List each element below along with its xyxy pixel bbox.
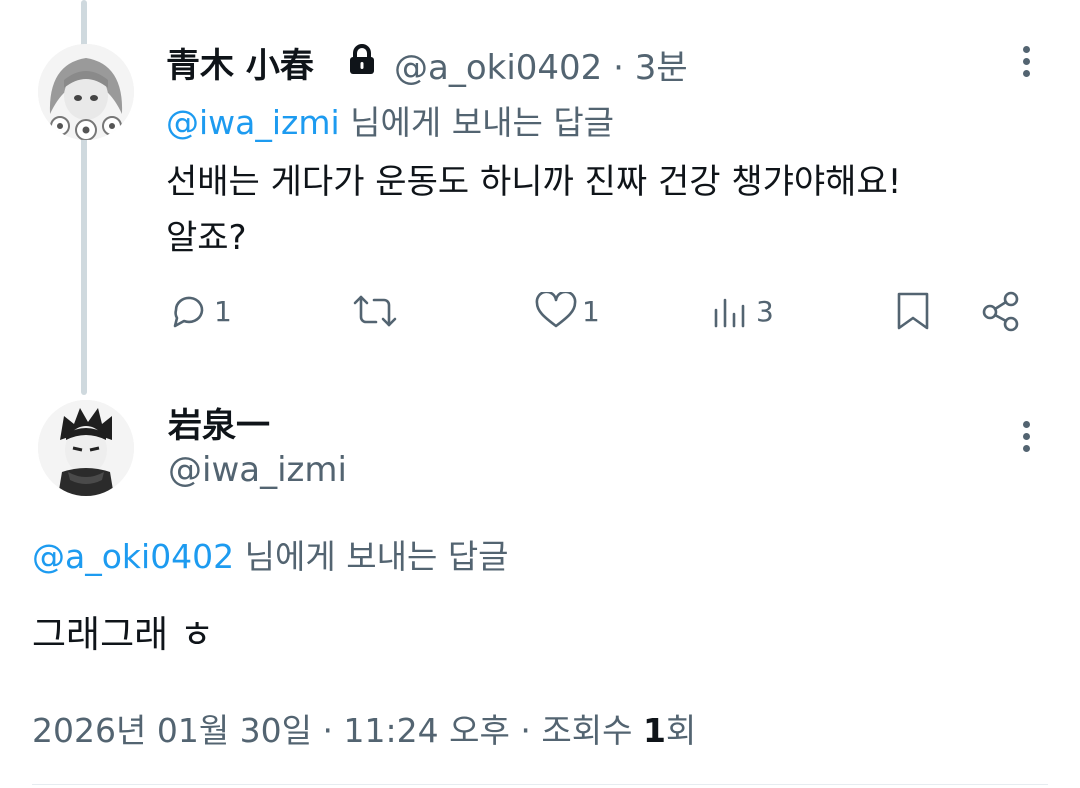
retweet-icon (353, 295, 397, 327)
user-handle[interactable]: @a_oki0402 (394, 48, 602, 88)
like-button[interactable]: 1 (534, 292, 600, 330)
reply-icon (173, 296, 204, 328)
avatar-image (38, 44, 134, 140)
tweet-meta: 2026년 01월 30일 · 11:24 오후 · 조회수 1회 (32, 704, 696, 752)
more-options-button[interactable] (1023, 46, 1031, 82)
divider (32, 784, 1048, 785)
more-icon (1023, 46, 1030, 53)
retweet-button[interactable] (352, 292, 398, 330)
reply-to-handle-link[interactable]: @iwa_izmi (166, 103, 340, 142)
views-icon (714, 298, 745, 328)
tweet-time[interactable]: 3분 (635, 48, 688, 88)
tweet-time[interactable]: 11:24 오후 (344, 711, 510, 750)
views-count: 1 (642, 711, 666, 750)
like-icon (535, 292, 577, 328)
reply-to-suffix: 님에게 보내는 답글 (339, 103, 615, 142)
avatar[interactable] (38, 400, 134, 496)
avatar[interactable] (38, 44, 134, 140)
views-label: 조회수 (541, 711, 633, 750)
views-button[interactable]: 3 (712, 292, 774, 330)
share-button[interactable] (980, 290, 1024, 332)
tweet-date[interactable]: 2026년 01월 30일 (32, 711, 312, 750)
tweet-text-line: 선배는 게다가 운동도 하니까 진짜 건강 챙갸야해요! (166, 162, 902, 202)
tweet-text-line: 알죠? (166, 218, 247, 258)
bookmark-icon (897, 292, 929, 330)
more-icon (1023, 421, 1030, 428)
views-suffix: 회 (665, 711, 697, 750)
bookmark-button[interactable] (894, 290, 932, 332)
like-count: 1 (582, 294, 600, 328)
tweet-handle-and-time: @a_oki0402 · 3분 (394, 40, 688, 89)
reply-to-suffix: 님에게 보내는 답글 (234, 537, 509, 576)
reply-button[interactable]: 1 (168, 292, 232, 330)
display-name[interactable]: 岩泉一 (168, 398, 270, 447)
separator-dot: · (613, 48, 624, 88)
avatar-image (38, 400, 134, 496)
separator-dot: · (322, 711, 334, 750)
tweet-text: 그래그래 ㅎ (32, 613, 214, 656)
lock-icon (348, 44, 376, 80)
reply-to-handle-link[interactable]: @a_oki0402 (32, 537, 234, 576)
replying-to: @a_oki0402 님에게 보내는 답글 (32, 530, 509, 578)
view-count: 3 (756, 294, 774, 328)
user-handle[interactable]: @iwa_izmi (168, 450, 347, 490)
tweet-text: 선배는 게다가 운동도 하니까 진짜 건강 챙갸야해요! 알죠? (166, 154, 901, 266)
more-options-button[interactable] (1023, 421, 1031, 457)
share-icon (982, 291, 1019, 332)
separator-dot: · (520, 711, 531, 750)
reply-count: 1 (214, 294, 232, 328)
replying-to: @iwa_izmi 님에게 보내는 답글 (166, 96, 614, 144)
display-name[interactable]: 青木 小春 (166, 38, 314, 87)
